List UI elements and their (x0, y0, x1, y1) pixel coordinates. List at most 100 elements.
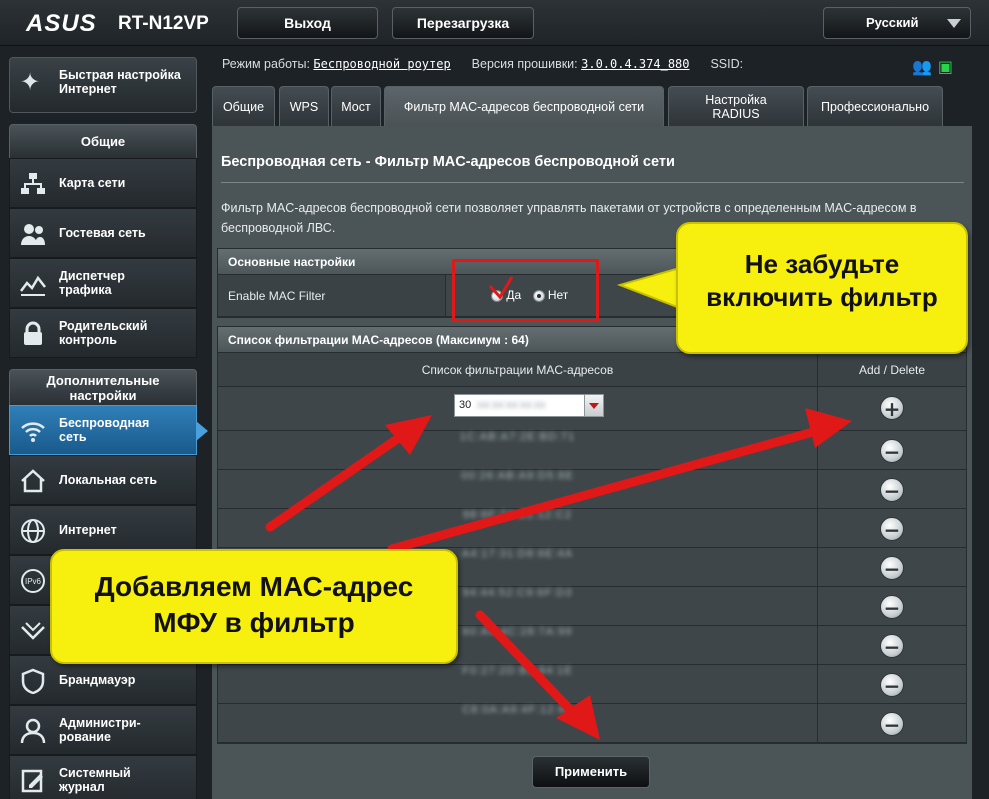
asus-logo: ASUS (26, 10, 97, 37)
mac-entry-action: − (818, 665, 966, 703)
mac-entry-value: 00:26:AB:A9:D5:8E (461, 470, 574, 482)
clients-icon[interactable]: 👥 (912, 59, 932, 76)
mac-entry-row: 1C:AB:A7:2E:BD:71 − (218, 431, 966, 470)
mac-list-column-header: Список фильтрации MAC-адресов (218, 353, 818, 387)
home-icon (20, 468, 46, 494)
remove-icon[interactable]: − (880, 478, 904, 503)
sidebar-item-label: Интернет (59, 523, 117, 537)
vpn-icon (20, 618, 46, 644)
admin-icon (20, 718, 46, 744)
mac-address-input[interactable]: 30:xx:xx:xx:xx:xx (454, 394, 604, 417)
sidebar-item-guest-network[interactable]: Гостевая сеть (9, 208, 197, 258)
sidebar-item-parental-control[interactable]: Родительский контроль (9, 308, 197, 358)
mac-filter-columns: Список фильтрации MAC-адресов Add / Dele… (218, 353, 966, 387)
tab-general[interactable]: Общие (212, 86, 275, 126)
network-status-icon[interactable]: ▣ (938, 59, 953, 76)
mac-entry-row: 00:26:AB:A9:D5:8E − (218, 470, 966, 509)
mac-entry-value: 1C:AB:A7:2E:BD:71 (459, 431, 576, 443)
remove-icon[interactable]: − (880, 517, 904, 542)
highlight-box (452, 259, 599, 322)
remove-icon[interactable]: − (880, 556, 904, 581)
guest-network-icon (20, 221, 46, 247)
language-select[interactable]: Русский (823, 7, 971, 39)
sidebar-item-label: Карта сети (59, 176, 126, 190)
sidebar-item-administration[interactable]: Администри-рование (9, 705, 197, 755)
sidebar-item-label: Локальная сеть (59, 473, 158, 487)
mac-add-row: 30:xx:xx:xx:xx:xx + (218, 387, 966, 431)
sidebar-item-label: Родительский контроль (59, 319, 148, 347)
mac-entry-cell: 98:6F:74:B1:12:C2 (218, 509, 818, 547)
sidebar-item-lan[interactable]: Локальная сеть (9, 455, 197, 505)
quick-setup-label: Быстрая настройка Интернет (59, 68, 181, 96)
mac-entry-action: − (818, 626, 966, 664)
sidebar-item-label: Администри-рование (59, 716, 141, 744)
remove-icon[interactable]: − (880, 595, 904, 620)
tab-professional[interactable]: Профессионально (807, 86, 943, 126)
remove-icon[interactable]: − (880, 439, 904, 464)
page-title: Беспроводная сеть - Фильтр MAC-адресов б… (221, 154, 675, 170)
mode-link[interactable]: Беспроводной роутер (313, 57, 450, 71)
top-bar: ASUS RT-N12VP Выход Перезагрузка Русский (0, 0, 989, 46)
mac-entry-action: − (818, 587, 966, 625)
title-divider (221, 182, 964, 183)
lock-icon (20, 321, 46, 347)
sidebar-item-label: Беспроводная сеть (59, 416, 150, 444)
add-icon[interactable]: + (880, 396, 904, 421)
mac-add-action: + (818, 387, 966, 430)
mac-entry-value: A4:17:31:D8:6E:4A (461, 548, 574, 560)
mac-entry-value: F0:27:2D:B3:84:1E (462, 665, 573, 677)
tab-bridge[interactable]: Мост (331, 86, 381, 126)
ssid-label: SSID: (710, 57, 744, 71)
status-line: Режим работы: Беспроводной роутер Версия… (222, 57, 743, 71)
mac-entry-action: − (818, 509, 966, 547)
mac-entry-row: F0:27:2D:B3:84:1E − (218, 665, 966, 704)
mac-address-input-hidden: :xx:xx:xx:xx:xx (475, 399, 546, 411)
chevron-down-icon (947, 19, 961, 28)
apply-button[interactable]: Применить (532, 756, 650, 788)
callout-enable-filter: Не забудьте включить фильтр (676, 222, 968, 354)
status-icons: 👥 ▣ (912, 57, 953, 77)
mac-dropdown-button[interactable] (584, 394, 604, 417)
mac-entry-action: − (818, 548, 966, 586)
sidebar-item-internet[interactable]: Интернет (9, 505, 197, 555)
sidebar-item-label: Диспетчер трафика (59, 269, 125, 297)
sidebar-item-network-map[interactable]: Карта сети (9, 158, 197, 208)
sidebar-item-traffic-manager[interactable]: Диспетчер трафика (9, 258, 197, 308)
firmware-link[interactable]: 3.0.0.4.374_880 (581, 57, 689, 71)
tab-radius[interactable]: Настройка RADIUS (668, 86, 804, 126)
mac-entry-value: C8:0A:A9:4F:12:60 (462, 704, 573, 716)
mac-entry-value: 60:A4:4C:28:7A:99 (462, 626, 573, 638)
mac-entry-cell: F0:27:2D:B3:84:1E (218, 665, 818, 703)
sidebar-item-wireless[interactable]: Беспроводная сеть (9, 405, 208, 455)
sidebar-advanced-title-text: Дополнительные настройки (46, 373, 160, 403)
mac-entry-row: 98:6F:74:B1:12:C2 − (218, 509, 966, 548)
network-map-icon (20, 171, 46, 197)
remove-icon[interactable]: − (880, 634, 904, 659)
callout-add-mac: Добавляем МАС-адрес МФУ в фильтр (50, 549, 458, 664)
magic-wand-icon: ✦ (20, 69, 41, 96)
logout-button[interactable]: Выход (237, 7, 378, 39)
router-model: RT-N12VP (118, 13, 209, 34)
remove-icon[interactable]: − (880, 673, 904, 698)
firewall-icon (20, 668, 46, 695)
mac-entry-action: − (818, 431, 966, 469)
mac-entry-cell: 1C:AB:A7:2E:BD:71 (218, 431, 818, 469)
remove-icon[interactable]: − (880, 712, 904, 737)
mac-filter-list-table: Список фильтрации MAC-адресов (Максимум … (217, 326, 967, 744)
globe-icon (20, 518, 46, 544)
quick-setup-button[interactable]: ✦ Быстрая настройка Интернет (9, 57, 197, 113)
mode-label: Режим работы: (222, 57, 310, 71)
sidebar-item-system-log[interactable]: Системный журнал (9, 755, 197, 799)
sidebar-general-title: Общие (9, 124, 197, 158)
traffic-manager-icon (20, 271, 46, 297)
mac-entry-action: − (818, 470, 966, 508)
tab-mac-filter[interactable]: Фильтр MAC-адресов беспроводной сети (384, 86, 664, 127)
ipv6-icon: IPv6 (20, 568, 46, 594)
enable-mac-filter-label: Enable MAC Filter (218, 275, 446, 316)
syslog-icon (20, 768, 46, 794)
wifi-icon (20, 418, 46, 444)
mac-entry-action: − (818, 704, 966, 742)
reboot-button[interactable]: Перезагрузка (392, 7, 534, 39)
tab-wps[interactable]: WPS (279, 86, 329, 126)
mac-entry-value: 94:44:52:C9:6F:D3 (462, 587, 573, 599)
